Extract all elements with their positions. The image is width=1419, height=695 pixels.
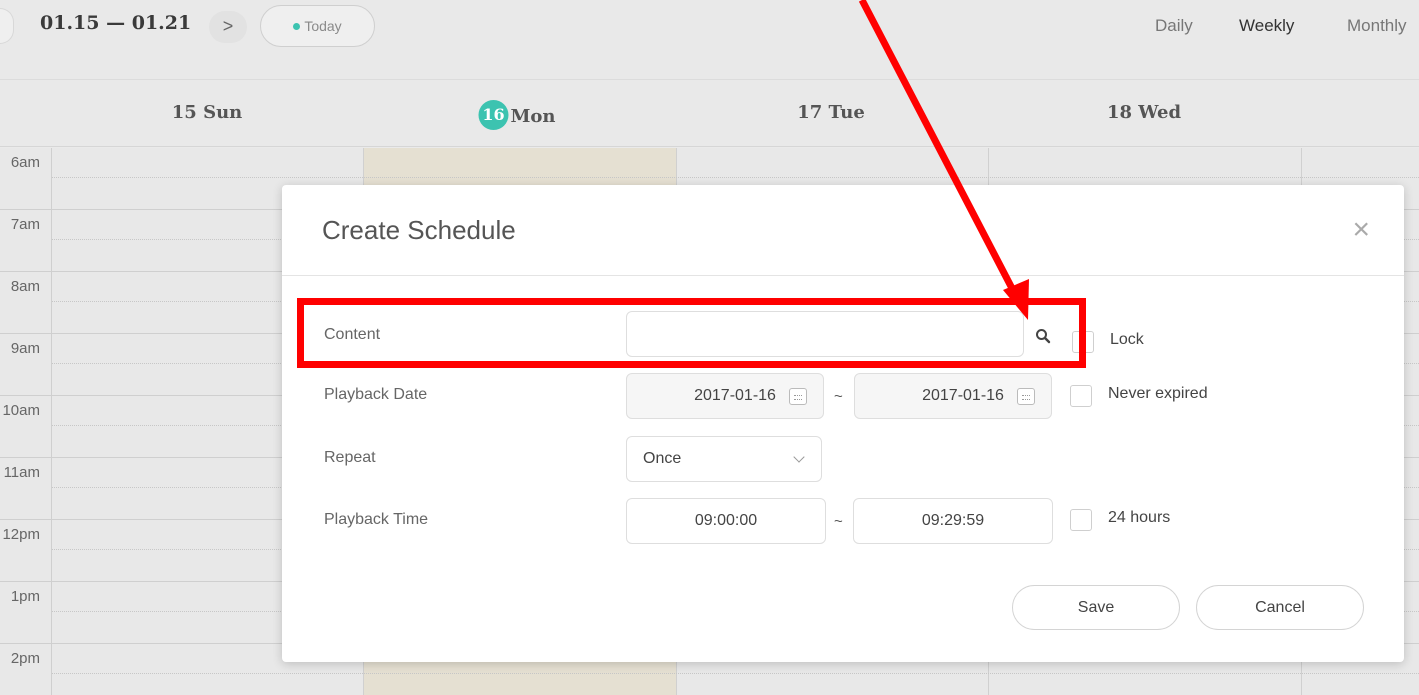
day-label-mon[interactable]: 16 Mon — [478, 100, 556, 132]
all-day-label: 24 hours — [1108, 509, 1171, 526]
playback-start-time-input[interactable]: 09:00:00 — [626, 498, 826, 544]
playback-end-time-input[interactable]: 09:29:59 — [853, 498, 1053, 544]
playback-start-date-input[interactable]: 2017-01-16 — [626, 373, 824, 419]
day-label-tue[interactable]: 17 Tue — [797, 102, 865, 123]
view-daily[interactable]: Daily — [1155, 16, 1193, 36]
view-monthly[interactable]: Monthly — [1347, 16, 1407, 36]
never-expired-checkbox[interactable] — [1070, 385, 1092, 407]
create-schedule-dialog: Create Schedule × Content Lock Playback … — [282, 185, 1404, 662]
hour-label: 9am — [10, 340, 40, 357]
calendar-icon[interactable] — [789, 388, 807, 405]
all-day-checkbox[interactable] — [1070, 509, 1092, 531]
repeat-value: Once — [643, 450, 682, 467]
playback-end-date-input[interactable]: 2017-01-16 — [854, 373, 1052, 419]
hour-label: 7am — [10, 216, 40, 233]
today-badge: 16 — [478, 100, 509, 130]
hour-label: 11am — [3, 464, 40, 481]
day-header: 15 Sun 16 Mon 17 Tue 18 Wed — [0, 80, 1419, 147]
close-icon[interactable]: × — [1352, 215, 1370, 245]
hour-label: 6am — [10, 154, 40, 171]
hour-label: 10am — [2, 402, 40, 419]
date-range: 01.15 — 01.21 — [40, 12, 192, 34]
playback-time-label: Playback Time — [324, 511, 429, 528]
day-label-mon-text: Mon — [510, 106, 556, 127]
day-label-wed[interactable]: 18 Wed — [1107, 102, 1181, 123]
playback-end-date-value: 2017-01-16 — [922, 387, 1004, 404]
repeat-label: Repeat — [324, 449, 376, 466]
today-label: Today — [304, 18, 342, 34]
hour-label: 2pm — [10, 650, 40, 667]
day-label-sun[interactable]: 15 Sun — [172, 102, 243, 123]
today-button[interactable]: Today — [260, 5, 375, 47]
annotation-highlight-box — [297, 298, 1086, 368]
view-weekly[interactable]: Weekly — [1239, 16, 1294, 36]
time-range-separator: ~ — [834, 513, 843, 530]
cancel-button[interactable]: Cancel — [1196, 585, 1364, 630]
playback-start-time-value: 09:00:00 — [694, 512, 758, 529]
dialog-title: Create Schedule — [322, 215, 516, 245]
calendar-toolbar: 01.15 — 01.21 > Today Daily Weekly Month… — [0, 0, 1419, 80]
dialog-divider — [282, 275, 1404, 276]
never-expired-label: Never expired — [1108, 385, 1208, 402]
save-button[interactable]: Save — [1012, 585, 1180, 630]
hour-label: 12pm — [2, 526, 40, 543]
playback-end-time-value: 09:29:59 — [921, 512, 985, 529]
hour-label: 8am — [10, 278, 40, 295]
calendar-icon[interactable] — [1017, 388, 1035, 405]
today-dot-icon — [293, 22, 301, 30]
date-range-separator: ~ — [834, 388, 843, 405]
repeat-select[interactable]: Once — [626, 436, 822, 482]
hour-label: 1pm — [10, 588, 40, 605]
prev-week-button[interactable] — [0, 8, 14, 44]
playback-date-label: Playback Date — [324, 386, 428, 403]
playback-start-date-value: 2017-01-16 — [694, 387, 776, 404]
next-week-button[interactable]: > — [209, 11, 247, 43]
lock-label: Lock — [1110, 331, 1144, 348]
chevron-right-icon: > — [222, 16, 234, 36]
